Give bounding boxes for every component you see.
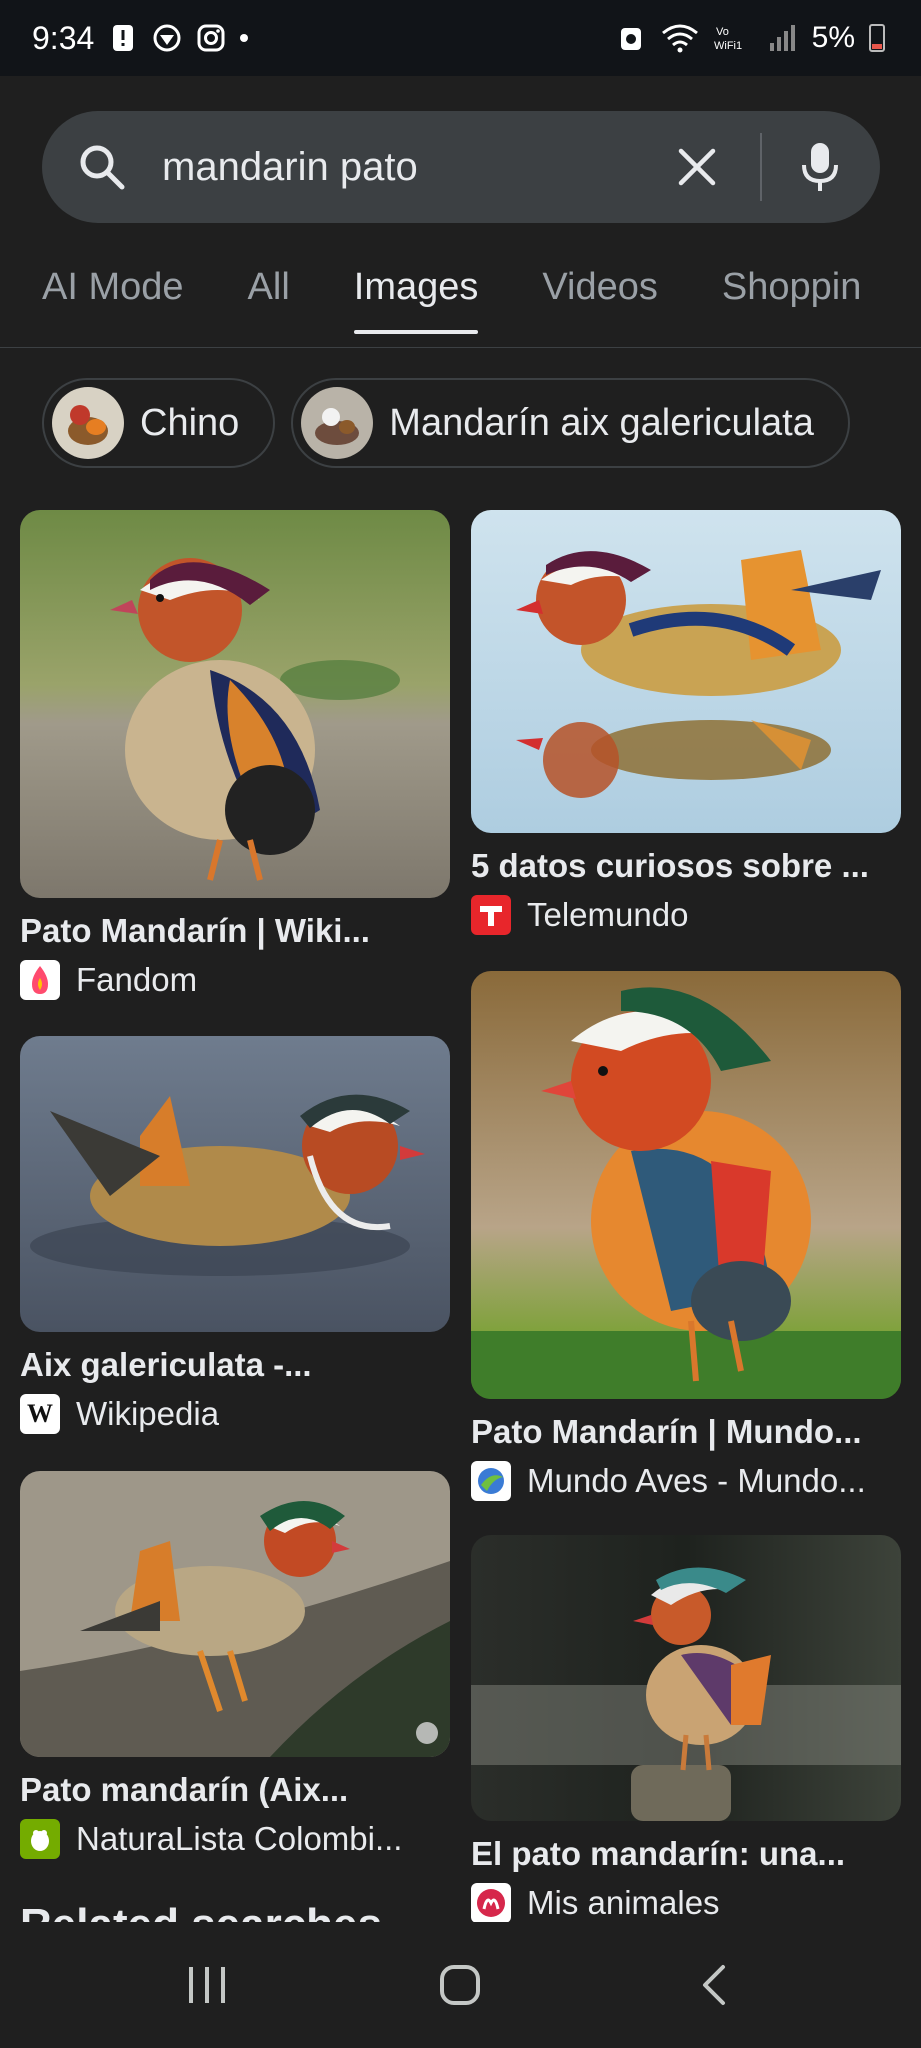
result-title: Pato Mandarín | Mundo...: [471, 1413, 862, 1450]
recent-apps-icon: [188, 1967, 225, 2003]
result-source: Telemundo: [471, 895, 901, 935]
svg-text:Vo: Vo: [716, 26, 729, 38]
source-name: Wikipedia: [76, 1395, 220, 1432]
fandom-favicon-icon: [20, 960, 60, 1000]
search-header: mandarin pato AI Mode All Images Videos …: [0, 76, 921, 348]
result-image[interactable]: [471, 971, 901, 1399]
status-bar: 9:34 Vo WiFi1 5%: [0, 0, 921, 76]
search-tabs: AI Mode All Images Videos Shoppin: [0, 254, 921, 348]
source-name: Mundo Aves - Mundo...: [527, 1462, 866, 1499]
home-icon: [440, 1965, 481, 2005]
result-source: Mis animales: [471, 1883, 901, 1923]
vowifi-icon: Vo WiFi1: [714, 23, 754, 53]
clock: 9:34: [32, 19, 95, 56]
chip-thumbnail: [301, 387, 374, 459]
recent-apps-button[interactable]: [157, 1935, 257, 2035]
search-input[interactable]: mandarin pato: [162, 145, 652, 190]
source-name: Fandom: [76, 961, 198, 998]
back-button[interactable]: [664, 1935, 764, 2035]
chip-mandarin-aix-galericulata[interactable]: Mandarín aix galericulata: [291, 378, 850, 468]
wifi-icon: [660, 23, 700, 53]
battery-icon: [869, 24, 885, 52]
telemundo-favicon-icon: [471, 895, 511, 935]
result-image[interactable]: [20, 1036, 450, 1332]
app-notification-icon: [152, 23, 182, 53]
naturalista-favicon-icon: [20, 1819, 60, 1859]
source-name: NaturaLista Colombi...: [76, 1820, 403, 1857]
result-source: NaturaLista Colombi...: [20, 1819, 450, 1859]
result-title: El pato mandarín: una...: [471, 1835, 846, 1872]
chip-chino[interactable]: Chino: [42, 378, 276, 468]
back-icon: [703, 1965, 726, 2005]
search-divider: [760, 133, 762, 201]
mis-animales-favicon-icon: [471, 1883, 511, 1923]
mundo-aves-favicon-icon: [471, 1461, 511, 1501]
home-button[interactable]: [410, 1935, 510, 2035]
voice-search-button[interactable]: [780, 122, 860, 212]
wikipedia-favicon-icon: W: [20, 1394, 60, 1434]
close-icon: [678, 148, 716, 186]
result-image[interactable]: [471, 510, 901, 833]
more-notifications-dot: [240, 34, 249, 42]
signal-icon: [768, 23, 798, 53]
refinement-chips: Chino Mandarín aix galericulata: [42, 378, 850, 468]
result-source: Fandom: [20, 960, 450, 1000]
result-title: Pato Mandarín | Wiki...: [20, 912, 370, 949]
tab-videos[interactable]: Videos: [542, 254, 658, 347]
result-image[interactable]: [20, 1471, 450, 1757]
chip-thumbnail: [52, 387, 124, 459]
result-source: W Wikipedia: [20, 1394, 450, 1434]
battery-percentage: 5%: [811, 21, 855, 54]
result-title: Aix galericulata -...: [20, 1346, 312, 1383]
alert-notification-icon: [108, 23, 138, 53]
image-result[interactable]: 5 datos curiosos sobre ... Telemundo: [471, 510, 901, 935]
result-title: 5 datos curiosos sobre ...: [471, 847, 869, 884]
result-source: Mundo Aves - Mundo...: [471, 1461, 901, 1501]
source-name: Mis animales: [527, 1884, 720, 1921]
tab-ai-mode[interactable]: AI Mode: [42, 254, 184, 347]
image-result[interactable]: Aix galericulata -... W Wikipedia: [20, 1036, 450, 1434]
search-bar[interactable]: mandarin pato: [42, 111, 880, 223]
tab-images[interactable]: Images: [353, 254, 478, 347]
search-icon: [42, 142, 162, 192]
system-navigation-bar: [0, 1922, 921, 2048]
data-saver-icon: [616, 23, 646, 53]
image-result[interactable]: Pato Mandarín | Mundo... Mundo Aves - Mu…: [471, 971, 901, 1501]
svg-text:WiFi1: WiFi1: [714, 40, 742, 52]
source-name: Telemundo: [527, 896, 689, 933]
instagram-icon: [196, 23, 226, 53]
image-result[interactable]: El pato mandarín: una... Mis animales: [471, 1535, 901, 1923]
image-result[interactable]: Pato mandarín (Aix... NaturaLista Colomb…: [20, 1471, 450, 1859]
result-image[interactable]: [20, 510, 450, 898]
tab-shopping[interactable]: Shoppin: [722, 254, 861, 347]
microphone-icon: [802, 143, 838, 191]
result-image[interactable]: [471, 1535, 901, 1821]
chip-label: Chino: [140, 401, 240, 444]
related-searches-heading: Related searches: [20, 1896, 382, 1922]
chip-label: Mandarín aix galericulata: [389, 401, 814, 444]
clear-search-button[interactable]: [652, 122, 742, 212]
tab-all[interactable]: All: [248, 254, 290, 347]
image-result[interactable]: Pato Mandarín | Wiki... Fandom: [20, 510, 450, 1000]
result-title: Pato mandarín (Aix...: [20, 1771, 349, 1808]
